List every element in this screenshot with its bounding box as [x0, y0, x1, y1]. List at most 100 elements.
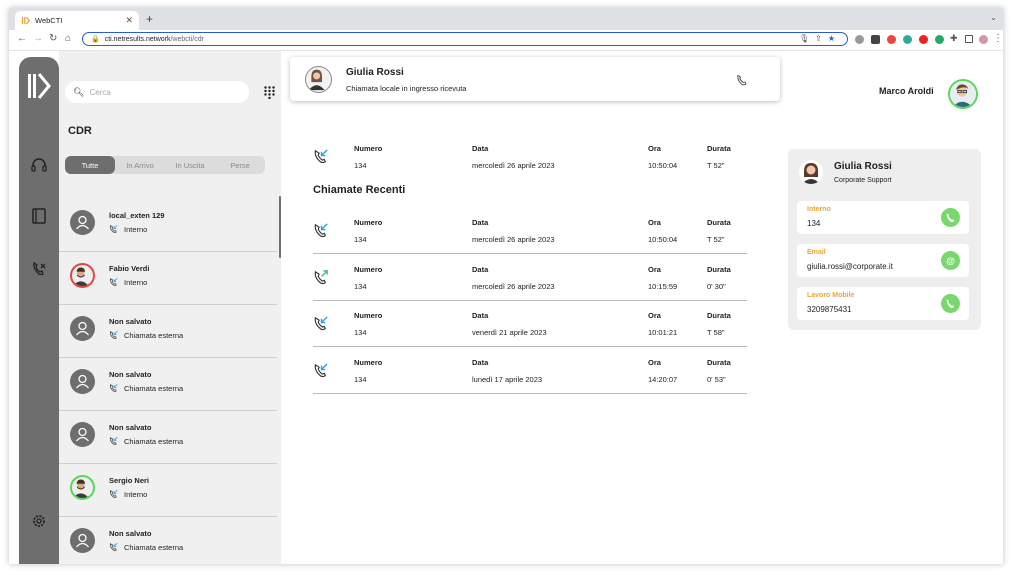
call-data: mercoledì 26 aprile 2023 [472, 281, 555, 291]
reload-icon[interactable]: ↻ [49, 33, 57, 44]
call-numero: 134 [354, 374, 367, 384]
contact-list-item[interactable]: Non salvato Chiamata esterna [59, 304, 277, 358]
contact-detail-card: Giulia Rossi Corporate Support Interno 13… [788, 149, 981, 330]
contact-call-type: Chiamata esterna [124, 330, 184, 340]
call-durata: T 52" [707, 235, 725, 244]
filter-tab-in-uscita[interactable]: In Uscita [165, 156, 215, 174]
header-data: Data [472, 218, 489, 227]
tab-strip: WebCTI ✕ + ⌄ [9, 8, 1003, 30]
cdr-row[interactable]: Numero Data Ora Durata 134 mercoledì 26 april… [313, 258, 747, 301]
call-data: mercoledì 26 aprile 2023 [472, 161, 555, 170]
contact-list-item[interactable]: Non salvato Chiamata esterna [59, 516, 277, 564]
incoming-call-icon [314, 316, 328, 331]
phonebook-icon[interactable] [30, 207, 48, 225]
call-type-icon [109, 383, 118, 392]
call-type-icon [109, 436, 118, 445]
bookmark-star-icon[interactable]: ★ [828, 34, 841, 43]
contact-list-item[interactable]: Fabio Verdi Interno [59, 251, 277, 305]
contact-list-item[interactable]: Non salvato Chiamata esterna [59, 357, 277, 411]
incoming-call-icon [314, 223, 328, 238]
contact-call-type: Interno [124, 224, 148, 234]
home-icon[interactable]: ⌂ [65, 33, 71, 44]
tab-search-chevron-icon[interactable]: ⌄ [990, 13, 997, 22]
header-data: Data [472, 357, 489, 367]
extension-icon[interactable] [871, 35, 880, 44]
profile-avatar[interactable] [979, 35, 988, 44]
header-durata: Durata [707, 264, 731, 274]
share-icon[interactable]: ⇪ [815, 34, 828, 43]
call-ora: 10:15:59 [648, 281, 678, 291]
sidepanel-icon[interactable] [965, 35, 973, 43]
header-data: Data [472, 144, 489, 153]
header-data: Data [472, 311, 489, 320]
new-tab-icon[interactable]: + [146, 12, 153, 26]
contact-field-email: Email giulia.rossi@corporate.it @ [797, 244, 969, 277]
browser-window: WebCTI ✕ + ⌄ ← → ↻ ⌂ 🔒 cti.netresults.ne… [9, 8, 1003, 564]
user-icon [70, 210, 95, 235]
list-scrollbar[interactable] [279, 196, 281, 258]
header-numero: Numero [354, 144, 383, 153]
call-numero: 134 [354, 161, 367, 170]
contact-list-item[interactable]: Sergio Neri Interno [59, 463, 277, 517]
contact-name: Non salvato [109, 423, 152, 432]
contact-list-item[interactable]: local_exten 129 Interno [59, 198, 277, 252]
menu-kebab-icon[interactable]: ⋮ [993, 33, 1003, 44]
extension-icon[interactable] [935, 35, 944, 44]
filter-tab-in-arrivo[interactable]: In Arrivo [115, 156, 165, 174]
user-icon [70, 369, 95, 394]
filter-tab-perse[interactable]: Perse [215, 156, 265, 174]
address-bar[interactable]: 🔒 cti.netresults.network/webcti/cdr 🎙⇪★ [82, 32, 848, 46]
header-numero: Numero [354, 311, 383, 320]
call-ora: 10:01:21 [648, 328, 678, 337]
close-tab-icon[interactable]: ✕ [125, 15, 133, 26]
contact-list-item[interactable]: Non salvato Chiamata esterna [59, 410, 277, 464]
field-label: Interno [807, 206, 831, 213]
call-numero: 134 [354, 328, 367, 337]
field-value: 134 [807, 219, 821, 228]
incoming-call-icon [314, 149, 328, 164]
browser-toolbar: ← → ↻ ⌂ 🔒 cti.netresults.network/webcti/… [9, 30, 1003, 51]
cdr-row[interactable]: Numero Data Ora Durata 134 lunedì 17 aprile 2… [313, 351, 747, 394]
phone-icon[interactable] [941, 208, 960, 227]
at-icon[interactable]: @ [941, 251, 960, 270]
call-data: venerdì 21 aprile 2023 [472, 328, 547, 337]
puzzle-icon[interactable]: ✚ [950, 33, 958, 44]
header-durata: Durata [707, 218, 731, 227]
call-data: lunedì 17 aprile 2023 [472, 374, 543, 384]
extension-icon[interactable] [903, 35, 912, 44]
contact-name: Fabio Verdi [109, 264, 150, 273]
field-label: Email [807, 249, 826, 256]
call-durata: T 52" [707, 161, 725, 170]
url-path: /webcti/cdr [170, 35, 204, 43]
dialpad-icon[interactable] [264, 86, 275, 99]
settings-gear-icon[interactable] [30, 512, 48, 530]
extension-icon[interactable] [887, 35, 896, 44]
header-ora: Ora [648, 357, 661, 367]
back-icon[interactable]: ← [17, 33, 27, 44]
call-durata: 0' 53" [707, 374, 726, 384]
call-log-icon[interactable] [30, 260, 48, 278]
field-label: Lavoro Mobile [807, 292, 855, 299]
headset-icon[interactable] [30, 156, 48, 174]
forward-icon[interactable]: → [33, 33, 43, 44]
header-durata: Durata [707, 144, 731, 153]
caller-name: Giulia Rossi [346, 67, 404, 78]
search-input[interactable] [87, 86, 242, 98]
contact-field-lavoro-mobile: Lavoro Mobile 3209875431 [797, 287, 969, 320]
call-ora: 14:20:07 [648, 374, 678, 384]
contact-name: Giulia Rossi [834, 161, 892, 172]
mic-icon[interactable]: 🎙 [799, 34, 815, 43]
cdr-row[interactable]: Numero Data Ora Durata 134 venerdì 21 aprile … [313, 304, 747, 347]
phone-icon[interactable] [736, 74, 748, 86]
contact-avatar [799, 160, 823, 184]
cdr-row[interactable]: Numero Data Ora Durata 134 mercoledì 26 april… [313, 211, 747, 254]
lock-icon: 🔒 [91, 36, 100, 43]
call-type-icon [109, 224, 118, 233]
phone-icon[interactable] [941, 294, 960, 313]
user-avatar[interactable] [948, 79, 978, 109]
filter-tab-tutte[interactable]: Tutte [65, 156, 115, 174]
browser-tab[interactable]: WebCTI ✕ [15, 11, 139, 30]
extension-icon[interactable] [855, 35, 864, 44]
cdr-row[interactable]: Numero Data Ora Durata 134 mercoledì 26 april… [313, 137, 747, 179]
extension-icon[interactable] [919, 35, 928, 44]
